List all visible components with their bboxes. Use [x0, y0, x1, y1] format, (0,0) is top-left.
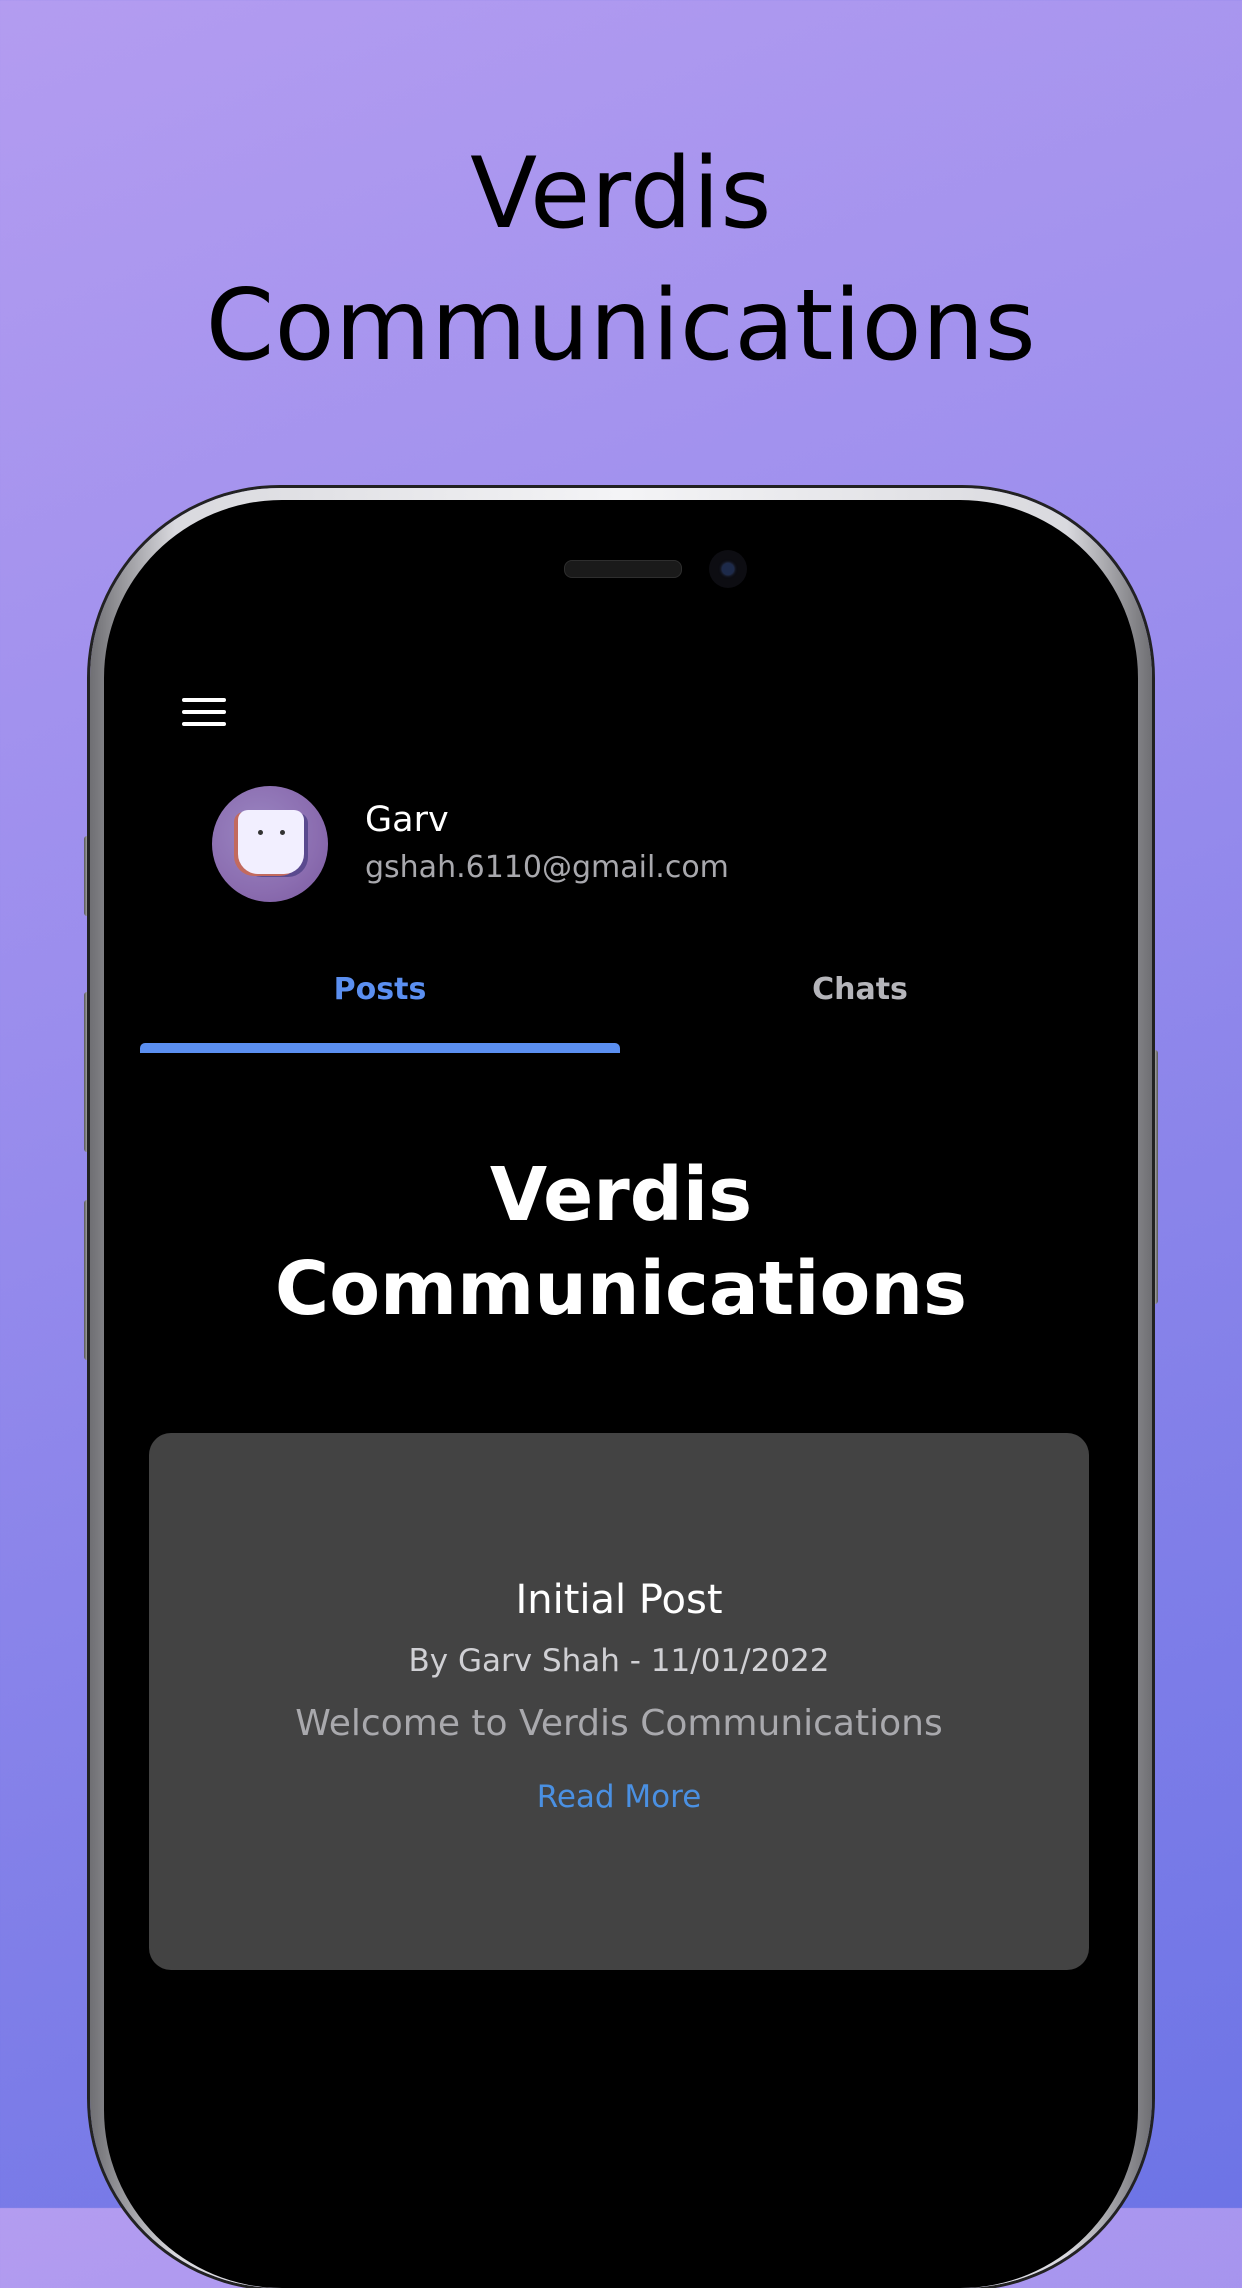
avatar[interactable] — [212, 786, 328, 902]
hamburger-menu-icon[interactable] — [182, 698, 226, 730]
phone-screen — [104, 500, 1138, 2288]
promo-title-line2: Communications — [205, 269, 1037, 383]
front-camera-icon — [709, 550, 747, 588]
profile-email: gshah.6110@gmail.com — [365, 850, 729, 885]
promo-title-line1: Verdis — [470, 137, 772, 251]
avatar-character-icon — [238, 810, 304, 874]
post-meta: By Garv Shah - 11/01/2022 — [408, 1643, 830, 1679]
post-body: Welcome to Verdis Communications — [295, 1703, 943, 1744]
post-card[interactable]: Initial Post By Garv Shah - 11/01/2022 W… — [149, 1433, 1089, 1970]
feed-title: Verdis Communications — [104, 1148, 1138, 1336]
tab-chats[interactable]: Chats — [620, 972, 1100, 1007]
active-tab-indicator — [140, 1043, 620, 1053]
phone-speaker — [564, 560, 682, 578]
profile-name: Garv — [365, 800, 449, 840]
post-title: Initial Post — [515, 1577, 723, 1623]
phone-frame — [90, 488, 1152, 2288]
feed-title-line1: Verdis — [489, 1152, 753, 1238]
feed-title-line2: Communications — [274, 1246, 968, 1332]
promo-title: Verdis Communications — [0, 128, 1242, 392]
tab-posts[interactable]: Posts — [140, 972, 620, 1007]
read-more-link[interactable]: Read More — [149, 1779, 1089, 1815]
